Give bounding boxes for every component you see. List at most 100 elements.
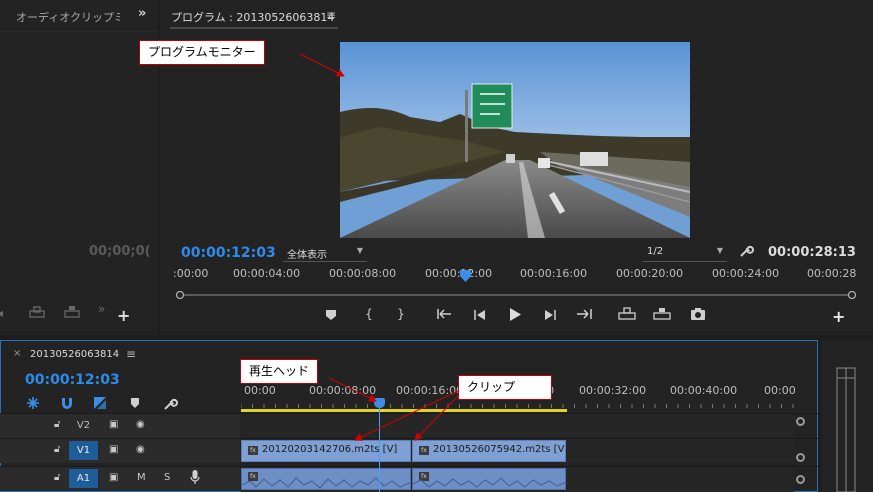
track-row-a1: 🔓︎ A1 ▣ M S fx fx	[0, 466, 818, 492]
mic-glyph	[190, 470, 200, 484]
audio-meters-panel	[822, 340, 873, 492]
marker-glyph	[131, 398, 139, 408]
lock-icon[interactable]: 🔓︎	[54, 472, 60, 483]
video-clip-1[interactable]: fx 20120203142706.m2ts [V]	[241, 440, 411, 462]
playback-resolution-select[interactable]: 1/2 ▼	[643, 244, 727, 262]
left-add-button[interactable]: +	[117, 306, 130, 325]
program-ruler-tick-label: 00:00:16:00	[520, 267, 588, 280]
program-ruler-tick-label: 00:00:24:00	[712, 267, 780, 280]
road-scene-image	[340, 42, 690, 238]
timeline-add-marker-icon[interactable]	[130, 397, 140, 412]
audio-meter-graphic	[836, 367, 856, 492]
add-marker-icon[interactable]	[321, 309, 341, 324]
snap-magnet-icon[interactable]	[60, 396, 74, 413]
program-ruler-tick-label: :00:00	[173, 267, 209, 280]
more-panels-button[interactable]: »	[138, 6, 146, 21]
track-label-v2[interactable]: V2	[69, 416, 98, 435]
linked-glyph	[94, 397, 106, 409]
go-out-glyph	[577, 309, 592, 319]
timeline-sequence-tab[interactable]: 20130526063814	[30, 349, 119, 360]
voiceover-mic-icon[interactable]	[190, 470, 200, 489]
audio-clip-mixer-timecode: 00;00;0(	[89, 244, 151, 259]
program-ruler-tick-label: 00:00:20:00	[616, 267, 684, 280]
audio-clip-2[interactable]: fx	[412, 468, 566, 490]
extract-glyph	[653, 308, 671, 320]
timeline-vertical-scroll-bottom[interactable]	[796, 453, 805, 462]
solo-track-button[interactable]: S	[164, 472, 170, 483]
sequence-duration: 00:00:28:13	[768, 245, 856, 260]
zoom-level-select[interactable]: 全体表示 ▼	[283, 244, 367, 262]
eye-icon[interactable]: ◉	[136, 419, 145, 430]
program-playhead-timecode[interactable]: 00:00:12:03	[181, 245, 276, 261]
program-playhead[interactable]	[459, 270, 471, 283]
lift-glyph	[618, 307, 636, 320]
export-frame-camera-icon[interactable]	[688, 307, 708, 324]
sync-lock-icon[interactable]: ▣	[109, 419, 118, 430]
timeline-playhead-timecode[interactable]: 00:00:12:03	[25, 372, 120, 388]
mark-out-icon[interactable]: }	[391, 307, 411, 321]
audio-clip-mixer-panel	[0, 0, 158, 335]
go-to-in-icon[interactable]	[435, 307, 455, 324]
track-area-a1[interactable]: fx fx	[241, 467, 794, 492]
mark-in-icon[interactable]: {	[359, 307, 379, 321]
sync-lock-icon[interactable]: ▣	[109, 472, 118, 483]
track-area-v2[interactable]	[241, 414, 794, 438]
lock-icon[interactable]: 🔓︎	[54, 444, 60, 455]
audio-clip-mixer-tab[interactable]: オーディオクリップミ	[16, 9, 120, 25]
work-area-bar[interactable]	[241, 409, 567, 412]
fx-badge-icon: fx	[248, 446, 258, 455]
left-marker-icon[interactable]: ◂	[0, 306, 3, 320]
sync-lock-icon[interactable]: ▣	[109, 444, 118, 455]
track-row-v1: 🔓︎ V1 ▣ ◉ fx 20120203142706.m2ts [V] fx 20…	[0, 438, 818, 463]
program-ruler-tick-label: 00:00:04:00	[233, 267, 301, 280]
track-area-v1[interactable]: fx 20120203142706.m2ts [V] fx 201305260759…	[241, 439, 794, 463]
nest-glyph	[27, 397, 39, 409]
program-monitor-menu-icon[interactable]: ≡	[326, 8, 336, 22]
mute-track-button[interactable]: M	[137, 472, 146, 483]
playback-resolution-value: 1/2	[647, 246, 664, 257]
playhead-glyph	[459, 270, 471, 282]
wrench-glyph	[164, 398, 178, 410]
eye-icon[interactable]: ◉	[136, 444, 145, 455]
program-ruler-tick-label: 00:00:08:00	[329, 267, 397, 280]
play-button[interactable]	[505, 307, 525, 325]
timeline-playhead-line[interactable]	[379, 404, 380, 492]
program-time-ruler[interactable]: :00:00 00:00:04:00 00:00:08:00 00:00:12:00 0…	[173, 263, 859, 285]
lift-icon[interactable]	[617, 307, 637, 324]
track-header-a1: 🔓︎ A1 ▣ M S	[0, 467, 240, 491]
left-extract-icon[interactable]	[63, 305, 81, 322]
waveform-graphic	[242, 477, 410, 489]
step-forward-icon[interactable]	[540, 309, 560, 324]
chevron-down-icon: ▼	[356, 246, 363, 255]
program-scrub-bar[interactable]	[175, 289, 857, 300]
timeline-playhead-handle[interactable]	[374, 398, 385, 408]
program-ruler-tick-label: 00:00:28	[807, 267, 857, 280]
linked-selection-icon[interactable]	[93, 396, 107, 413]
timeline-menu-icon[interactable]: ≡	[126, 347, 136, 361]
program-monitor-tab[interactable]: プログラム : 20130526063814	[171, 9, 334, 25]
video-clip-1-name: 20120203142706.m2ts [V]	[262, 444, 398, 455]
lock-icon[interactable]: 🔓︎	[54, 419, 60, 430]
track-label-v1[interactable]: V1	[69, 441, 98, 460]
video-clip-2-name: 20130526075942.m2ts [V	[433, 444, 565, 455]
audio-clip-1[interactable]: fx	[241, 468, 411, 490]
left-more-controls-icon[interactable]: »	[98, 302, 105, 316]
timeline-close-icon[interactable]: ×	[13, 348, 21, 359]
extract-icon[interactable]	[652, 307, 672, 324]
step-back-icon[interactable]	[470, 309, 490, 324]
step-back-glyph	[474, 310, 485, 320]
lift-glyph	[29, 306, 45, 318]
audio-scroll-knob[interactable]	[796, 475, 805, 484]
left-lift-icon[interactable]	[28, 305, 46, 322]
video-clip-2[interactable]: fx 20130526075942.m2ts [V	[412, 440, 566, 462]
button-editor-add-button[interactable]: +	[832, 307, 845, 326]
annotation-clip: クリップ	[458, 375, 552, 400]
settings-wrench-icon[interactable]	[738, 243, 754, 263]
nest-sequence-icon[interactable]	[26, 396, 40, 413]
wrench-glyph	[740, 245, 754, 257]
scrub-bar-graphic	[175, 290, 857, 300]
fx-badge-icon: fx	[419, 446, 429, 455]
timeline-vertical-scroll-top[interactable]	[796, 417, 805, 426]
track-label-a1[interactable]: A1	[69, 469, 98, 488]
go-to-out-icon[interactable]	[574, 307, 594, 324]
